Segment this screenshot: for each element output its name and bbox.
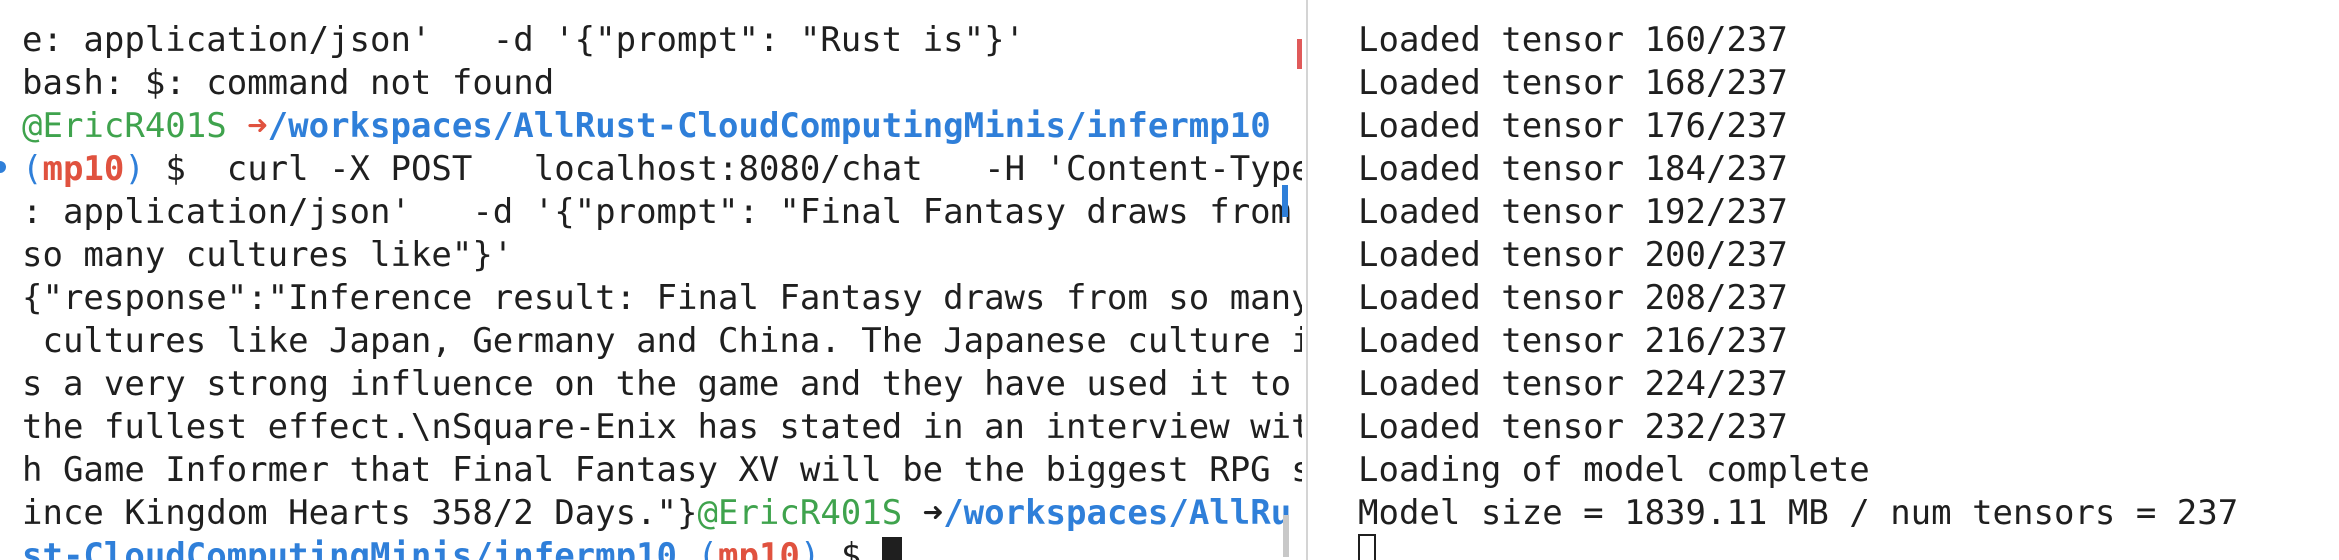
log-line: Model size = 1839.11 MB / num tensors = … <box>1358 493 2239 533</box>
terminal-line: bash: $: command not found <box>22 62 554 105</box>
prompt-user: @EricR401S <box>697 493 903 533</box>
env-name: mp10 <box>718 536 800 560</box>
prompt-path: /workspaces/AllRust-CloudComputingMinis/… <box>267 106 1271 146</box>
output-text: ince Kingdom Hearts 358/2 Days."} <box>22 493 698 533</box>
log-line: Loaded tensor 168/237 <box>1358 63 1788 103</box>
pane-divider[interactable] <box>1306 0 1308 560</box>
prompt-user: @EricR401S <box>22 106 227 146</box>
output-text: h Game Informer that Final Fantasy XV wi… <box>22 450 1302 490</box>
log-line: Loaded tensor 224/237 <box>1358 364 1788 404</box>
terminal-line: so many cultures like"}' <box>22 234 513 277</box>
output-text: s a very strong influence on the game an… <box>22 364 1292 404</box>
terminal-line: the fullest effect.\nSquare-Enix has sta… <box>22 406 1302 449</box>
env-paren-close: ) <box>124 149 145 189</box>
prompt-line[interactable]: st-CloudComputingMinis/infermp10 (mp10) … <box>22 535 902 560</box>
terminal-line: cultures like Japan, Germany and China. … <box>22 320 1302 363</box>
env-paren-open: ( <box>697 536 718 560</box>
output-text: bash: $: command not found <box>22 63 555 103</box>
terminal-line: s a very strong influence on the game an… <box>22 363 1291 406</box>
output-text: e: application/json' -d '{"prompt": "Rus… <box>22 20 1026 60</box>
prompt-symbol: $ <box>820 536 882 560</box>
output-text: the fullest effect.\nSquare-Enix has sta… <box>22 407 1302 447</box>
command-text: : application/json' -d '{"prompt": "Fina… <box>22 192 1292 232</box>
log-line: Loading of model complete <box>1358 450 1870 490</box>
terminal-line: {"response":"Inference result: Final Fan… <box>22 277 1302 320</box>
prompt-line: @EricR401S ➜/workspaces/AllRust-CloudCom… <box>22 105 1271 148</box>
command-text: $ curl -X POST localhost:8080/chat -H 'C… <box>144 149 1302 189</box>
prompt-line: ince Kingdom Hearts 358/2 Days."}@EricR4… <box>22 492 1291 535</box>
arrow-icon: ➜ <box>247 106 268 146</box>
prompt-path: st-CloudComputingMinis/infermp10 <box>22 536 678 560</box>
log-line: Loaded tensor 232/237 <box>1358 407 1788 447</box>
arrow-icon: ➜ <box>922 493 944 533</box>
output-text: cultures like Japan, Germany and China. … <box>22 321 1302 361</box>
terminal-right-pane[interactable]: Loaded tensor 160/237 Loaded tensor 168/… <box>1310 0 2339 560</box>
log-line: Loaded tensor 216/237 <box>1358 321 1788 361</box>
terminal-line: : application/json' -d '{"prompt": "Fina… <box>22 191 1291 234</box>
command-line: (mp10) $ curl -X POST localhost:8080/cha… <box>22 148 1302 191</box>
log-line: Loaded tensor 160/237 <box>1358 20 1788 60</box>
log-line: Loaded tensor 208/237 <box>1358 278 1788 318</box>
command-text: so many cultures like"}' <box>22 235 514 275</box>
log-line: Loaded tensor 176/237 <box>1358 106 1788 146</box>
scrollbar-error-marker[interactable] <box>1297 39 1302 69</box>
terminal-line: e: application/json' -d '{"prompt": "Rus… <box>22 19 1025 62</box>
terminal-cursor <box>881 537 902 560</box>
env-name: mp10 <box>42 149 125 189</box>
terminal-left-pane[interactable]: e: application/json' -d '{"prompt": "Rus… <box>0 0 1302 560</box>
scrollbar-thumb[interactable] <box>1283 515 1289 557</box>
terminal-line: h Game Informer that Final Fantasy XV wi… <box>22 449 1302 492</box>
prompt-path: /workspaces/AllRu <box>943 493 1292 533</box>
terminal-cursor <box>1358 534 1376 560</box>
output-text: {"response":"Inference result: Final Fan… <box>22 278 1302 318</box>
env-paren-open: ( <box>22 149 43 189</box>
command-decoration-dot[interactable] <box>0 161 6 173</box>
scrollbar-command-marker[interactable] <box>1282 185 1288 217</box>
env-paren-close: ) <box>799 536 821 560</box>
log-line: Loaded tensor 184/237 <box>1358 149 1788 189</box>
log-line: Loaded tensor 200/237 <box>1358 235 1788 275</box>
log-line: Loaded tensor 192/237 <box>1358 192 1788 232</box>
